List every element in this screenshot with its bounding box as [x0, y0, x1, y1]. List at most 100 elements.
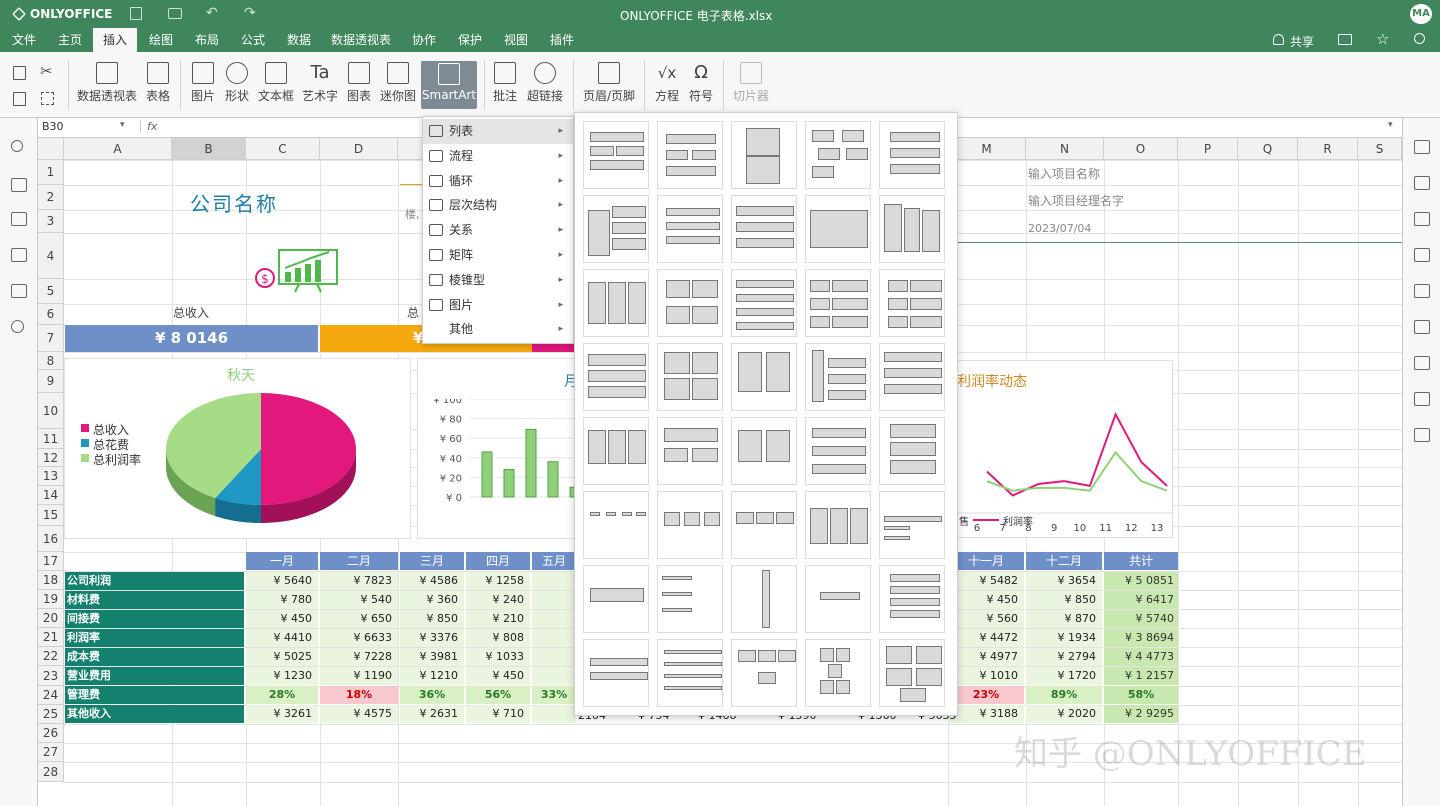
row-header[interactable]: 7 [38, 325, 64, 352]
table-cell[interactable] [532, 610, 576, 628]
row-header[interactable]: 27 [38, 743, 64, 762]
corner-select-all[interactable] [38, 138, 64, 160]
bar[interactable] [525, 428, 537, 498]
smartart-layout-thumbnail[interactable] [805, 417, 871, 485]
total-income-label[interactable]: 总收入 [173, 304, 209, 321]
table-cell[interactable]: ¥ 3 8694 [1104, 629, 1178, 647]
column-header[interactable]: D [320, 138, 398, 160]
row-label[interactable]: 管理费 [65, 686, 244, 704]
table-cell[interactable]: ¥ 560 [948, 610, 1024, 628]
smartart-layout-thumbnail[interactable] [805, 343, 871, 411]
smartart-layout-thumbnail[interactable] [583, 195, 649, 263]
chart-button[interactable]: 图表 [344, 60, 374, 112]
spellcheck-icon[interactable] [11, 248, 27, 262]
row-label[interactable]: 成本费 [65, 648, 244, 666]
tab-formula[interactable]: 公式 [233, 28, 273, 52]
smartart-layout-thumbnail[interactable] [657, 343, 723, 411]
row-header[interactable]: 19 [38, 590, 64, 609]
table-cell[interactable] [532, 591, 576, 609]
column-header[interactable]: P [1178, 138, 1238, 160]
column-header[interactable]: S [1358, 138, 1402, 160]
select-all-icon[interactable] [41, 92, 54, 105]
user-avatar[interactable]: MA [1410, 4, 1432, 24]
table-cell[interactable]: ¥ 4472 [948, 629, 1024, 647]
pivot-settings-icon[interactable] [1414, 392, 1430, 406]
table-cell[interactable]: ¥ 2794 [1026, 648, 1102, 666]
row-header[interactable]: 8 [38, 352, 64, 370]
table-cell[interactable]: ¥ 870 [1026, 610, 1102, 628]
table-cell[interactable] [532, 629, 576, 647]
table-cell[interactable]: ¥ 780 [246, 591, 318, 609]
table-cell[interactable]: ¥ 450 [948, 591, 1024, 609]
table-cell[interactable]: ¥ 5640 [246, 572, 318, 590]
smartart-menu-item[interactable]: 棱锥型 ▸ [423, 268, 573, 293]
month-header[interactable]: 十二月 [1026, 552, 1102, 570]
row-header[interactable]: 3 [38, 210, 64, 233]
table-cell[interactable]: ¥ 5 0851 [1104, 572, 1178, 590]
smartart-layout-thumbnail[interactable] [583, 343, 649, 411]
smartart-menu-item[interactable]: 图片 ▸ [423, 293, 573, 318]
table-cell[interactable]: ¥ 450 [466, 667, 530, 685]
table-cell[interactable]: ¥ 1934 [1026, 629, 1102, 647]
textart-settings-icon[interactable] [1414, 356, 1430, 370]
row-header[interactable]: 26 [38, 724, 64, 743]
open-location-icon[interactable] [1338, 34, 1352, 45]
row-label[interactable]: 材料费 [65, 591, 244, 609]
paragraph-settings-icon[interactable] [1414, 320, 1430, 334]
share-icon[interactable] [1273, 34, 1284, 45]
month-header[interactable]: 三月 [400, 552, 464, 570]
chart-settings-icon[interactable] [1414, 284, 1430, 298]
table-cell[interactable]: ¥ 3261 [246, 705, 318, 723]
table-cell[interactable]: ¥ 2631 [400, 705, 464, 723]
copy-icon[interactable] [13, 66, 26, 80]
smartart-layout-thumbnail[interactable] [805, 121, 871, 189]
print-icon[interactable] [168, 8, 182, 19]
table-cell[interactable]: ¥ 1 2157 [1104, 667, 1178, 685]
row-header[interactable]: 21 [38, 628, 64, 647]
row-header[interactable]: 24 [38, 686, 64, 705]
table-cell[interactable]: ¥ 360 [400, 591, 464, 609]
smartart-layout-thumbnail[interactable] [657, 195, 723, 263]
table-cell[interactable]: ¥ 4977 [948, 648, 1024, 666]
table-button[interactable]: 表格 [143, 60, 173, 112]
table-cell[interactable]: ¥ 2020 [1026, 705, 1102, 723]
row-header[interactable]: 6 [38, 304, 64, 325]
header-footer-button[interactable]: 页眉/页脚 [582, 60, 636, 112]
textbox-button[interactable]: 文本框 [257, 60, 295, 112]
smartart-layout-thumbnail[interactable] [879, 269, 945, 337]
smartart-menu-item[interactable]: 流程 ▸ [423, 144, 573, 169]
row-label[interactable]: 公司利润 [65, 572, 244, 590]
row-header[interactable]: 28 [38, 762, 64, 782]
row-header[interactable]: 18 [38, 571, 64, 590]
pie-chart[interactable]: 秋天 总收入 总花费 总利润率 [64, 358, 411, 539]
textart-button[interactable]: Ta 艺术字 [301, 60, 339, 112]
project-name[interactable]: 输入项目名称 [1028, 165, 1100, 182]
smartart-layout-thumbnail[interactable] [731, 269, 797, 337]
row-header[interactable]: 9 [38, 370, 64, 393]
table-cell[interactable]: ¥ 710 [466, 705, 530, 723]
row-header[interactable]: 10 [38, 393, 64, 429]
smartart-layout-thumbnail[interactable] [731, 343, 797, 411]
smartart-layout-thumbnail[interactable] [583, 639, 649, 707]
favorite-icon[interactable]: ☆ [1376, 30, 1389, 48]
total-income-value[interactable]: ¥ 8 0146 [65, 325, 318, 352]
column-header[interactable]: N [1026, 138, 1104, 160]
month-header[interactable]: 五月 [532, 552, 576, 570]
smartart-layout-thumbnail[interactable] [731, 565, 797, 633]
smartart-layout-thumbnail[interactable] [879, 417, 945, 485]
tab-layout[interactable]: 布局 [187, 28, 227, 52]
table-cell[interactable]: ¥ 3654 [1026, 572, 1102, 590]
table-cell[interactable] [532, 705, 576, 723]
smartart-layout-thumbnail[interactable] [583, 491, 649, 559]
table-cell[interactable]: ¥ 6633 [320, 629, 398, 647]
tab-view[interactable]: 视图 [496, 28, 536, 52]
smartart-layout-thumbnail[interactable] [731, 417, 797, 485]
month-header[interactable]: 共计 [1104, 552, 1178, 570]
table-cell[interactable]: ¥ 3376 [400, 629, 464, 647]
table-cell[interactable]: 58% [1104, 686, 1178, 704]
smartart-layout-thumbnail[interactable] [805, 269, 871, 337]
smartart-menu-item[interactable]: 矩阵 ▸ [423, 243, 573, 268]
column-header[interactable]: Q [1238, 138, 1298, 160]
total-partial-label[interactable]: 总 [407, 304, 419, 321]
smartart-layout-thumbnail[interactable] [731, 195, 797, 263]
